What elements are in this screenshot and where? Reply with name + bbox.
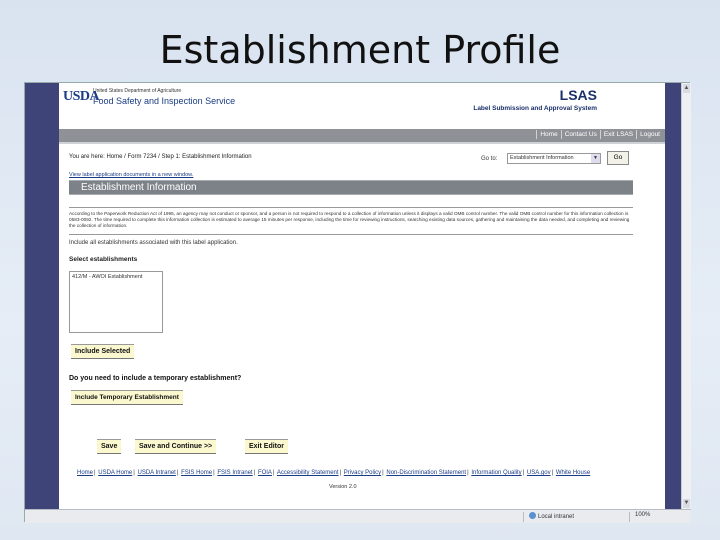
agency-subtitle: United States Department of Agriculture [93,88,182,94]
right-margin-bar [665,83,681,509]
footer-link[interactable]: Information Quality [471,470,521,476]
view-documents-link[interactable]: View label application documents in a ne… [69,172,193,178]
footer-link[interactable]: White House [556,470,590,476]
include-selected-button[interactable]: Include Selected [71,344,135,359]
slide-title: Establishment Profile [159,28,561,72]
status-divider [629,512,630,522]
goto-selected-value: Establishment Information [510,155,574,161]
vertical-scrollbar[interactable]: ▲ ▼ [681,83,691,509]
nav-divider [59,142,665,144]
temporary-establishment-question: Do you need to include a temporary estab… [69,375,242,382]
footer-link[interactable]: USDA Home [98,470,132,476]
goto-label: Go to: [481,156,498,162]
divider [69,207,633,208]
save-and-continue-button[interactable]: Save and Continue >> [135,439,217,454]
site-header: USDA United States Department of Agricul… [59,83,665,127]
footer-links: Home| USDA Home| USDA Intranet| FSIS Hom… [77,470,591,476]
include-temporary-establishment-button[interactable]: Include Temporary Establishment [71,390,183,405]
go-button[interactable]: Go [607,151,629,165]
footer-link[interactable]: FSIS Home [181,470,212,476]
footer-link[interactable]: FSIS Intranet [217,470,252,476]
establishments-listbox[interactable]: 412/M - AWOI Establishment [69,271,163,333]
section-title: Establishment Information [81,182,197,193]
save-button[interactable]: Save [97,439,122,454]
footer-link[interactable]: FOIA [258,470,272,476]
security-zone: Local intranet [529,512,574,520]
agency-name: Food Safety and Inspection Service [93,96,236,106]
status-divider [523,512,524,522]
nav-exit-lsas[interactable]: Exit LSAS [599,130,636,139]
nav-contact-us[interactable]: Contact Us [560,130,600,139]
footer-link[interactable]: Home [77,470,93,476]
web-page: USDA United States Department of Agricul… [59,83,665,509]
exit-editor-button[interactable]: Exit Editor [245,439,289,454]
section-header: Establishment Information [69,180,633,195]
footer-link[interactable]: Accessibility Statement [277,470,339,476]
browser-screenshot: ▲ ▼ USDA United States Department of Agr… [24,82,691,523]
list-item[interactable]: 412/M - AWOI Establishment [70,272,162,282]
left-margin-bar [25,83,59,509]
footer-link[interactable]: USA.gov [527,470,551,476]
scroll-up-icon[interactable]: ▲ [683,84,690,93]
footer-link[interactable]: USDA Intranet [138,470,176,476]
version-label: Version 2.0 [329,484,357,490]
zoom-level[interactable]: 100% [635,512,650,518]
globe-icon [529,512,536,519]
app-name: LSAS [559,87,597,103]
security-zone-label: Local intranet [538,514,575,520]
include-instructions: Include all establishments associated wi… [69,240,238,246]
chevron-down-icon[interactable]: ▼ [591,154,600,163]
divider [69,234,633,235]
select-establishments-label: Select establishments [69,256,138,263]
breadcrumb: You are here: Home / Form 7234 / Step 1:… [69,154,252,160]
browser-status-bar: Local intranet 100% [25,509,691,523]
nav-logout[interactable]: Logout [636,130,663,139]
app-subtitle: Label Submission and Approval System [473,105,597,112]
goto-select[interactable]: Establishment Information ▼ [507,153,601,164]
footer-link[interactable]: Non-Discrimination Statement [386,470,466,476]
scroll-down-icon[interactable]: ▼ [683,499,690,508]
footer-link[interactable]: Privacy Policy [344,470,381,476]
top-navbar: Home Contact Us Exit LSAS Logout [59,129,665,142]
paperwork-notice: According to the Paperwork Reduction Act… [69,211,630,228]
nav-home[interactable]: Home [536,130,560,139]
